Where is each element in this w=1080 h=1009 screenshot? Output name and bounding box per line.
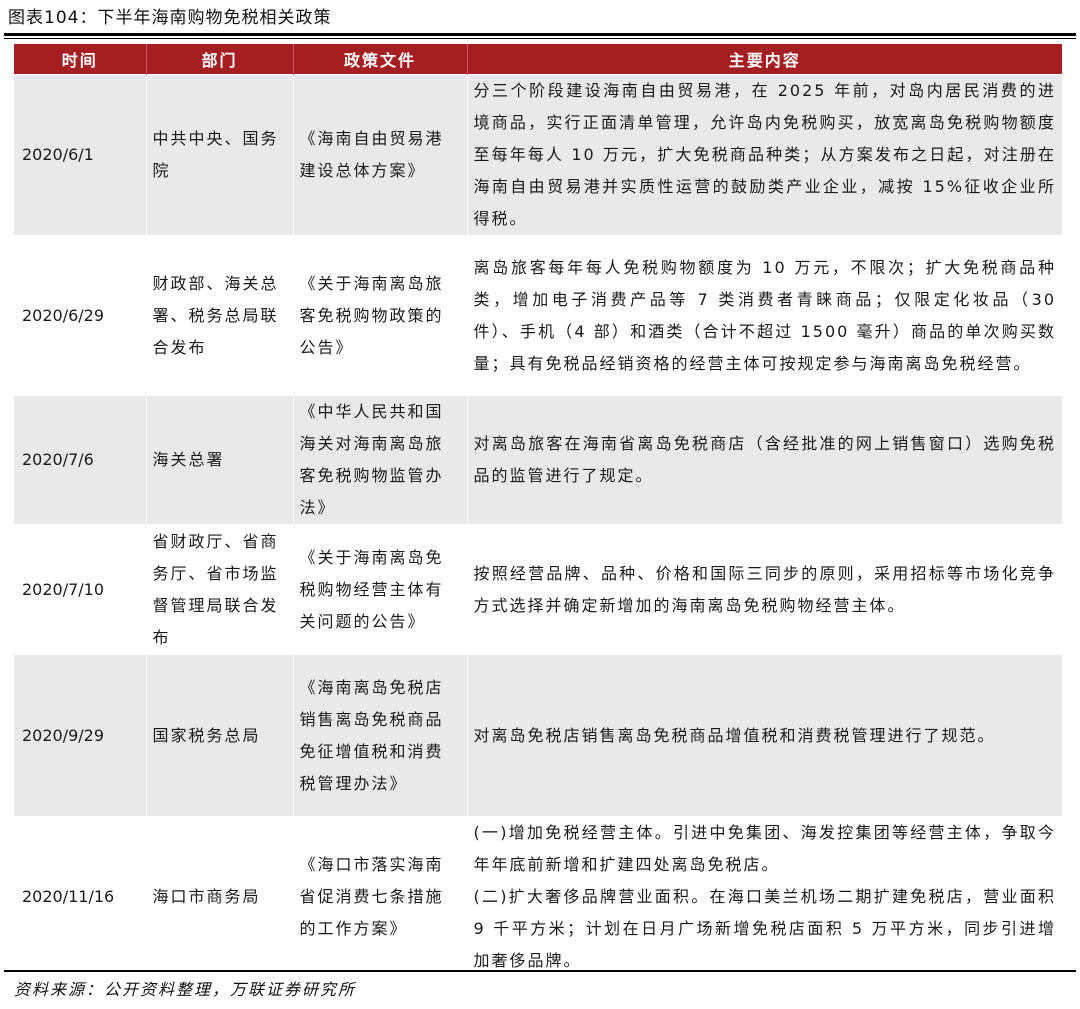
table-row: 2020/7/10 省财政厅、省商务厅、省市场监督管理局联合发布 《关于海南离岛… [14,524,1062,655]
table-row: 2020/11/16 海口市商务局 《海口市落实海南省促消费七条措施的工作方案》… [14,816,1062,977]
cell-doc: 《关于海南离岛免税购物经营主体有关问题的公告》 [292,524,467,655]
table-row: 2020/6/29 财政部、海关总署、税务总局联合发布 《关于海南离岛旅客免税购… [14,235,1062,396]
table-header-row: 时间 部门 政策文件 主要内容 [14,44,1062,75]
cell-doc: 《中华人民共和国海关对海南离岛旅客免税购物监管办法》 [292,395,467,525]
table-row: 2020/7/6 海关总署 《中华人民共和国海关对海南离岛旅客免税购物监管办法》… [14,395,1062,525]
cell-content: 对离岛免税店销售离岛免税商品增值税和消费税管理进行了规范。 [466,654,1062,817]
cell-dept: 海口市商务局 [145,816,293,977]
cell-dept: 海关总署 [145,395,293,525]
cell-doc: 《海南离岛免税店销售离岛免税商品免征增值税和消费税管理办法》 [292,654,467,817]
cell-dept: 省财政厅、省商务厅、省市场监督管理局联合发布 [145,524,293,655]
cell-date: 2020/6/1 [14,74,146,236]
table-title: 图表104：下半年海南购物免税相关政策 [8,8,332,28]
cell-doc: 《关于海南离岛旅客免税购物政策的公告》 [292,235,467,396]
cell-content: 对离岛旅客在海南省离岛免税商店（含经批准的网上销售窗口）选购免税品的监管进行了规… [466,395,1062,525]
bottom-rule [4,970,1076,972]
cell-content: 离岛旅客每年每人免税购物额度为 10 万元，不限次；扩大免税商品种类，增加电子消… [466,235,1062,396]
top-rule [4,33,1076,36]
cell-dept: 中共中央、国务院 [145,74,293,236]
cell-date: 2020/6/29 [14,235,146,396]
top-rule-thin [4,38,1076,39]
source-note: 资料来源：公开资料整理，万联证券研究所 [14,980,357,999]
content-line: (二)扩大奢侈品牌营业面积。在海口美兰机场二期扩建免税店，营业面积 9 千平方米… [473,887,1056,970]
header-content: 主要内容 [466,44,1062,75]
table-row: 2020/6/1 中共中央、国务院 《海南自由贸易港建设总体方案》 分三个阶段建… [14,74,1062,236]
cell-content: (一)增加免税经营主体。引进中免集团、海发控集团等经营主体，争取今年年底前新增和… [466,816,1062,977]
cell-date: 2020/11/16 [14,816,146,977]
cell-dept: 国家税务总局 [145,654,293,817]
cell-content: 分三个阶段建设海南自由贸易港，在 2025 年前，对岛内居民消费的进境商品，实行… [466,74,1062,236]
header-dept: 部门 [145,44,293,75]
cell-content: 按照经营品牌、品种、价格和国际三同步的原则，采用招标等市场化竞争方式选择并确定新… [466,524,1062,655]
cell-dept: 财政部、海关总署、税务总局联合发布 [145,235,293,396]
table-row: 2020/9/29 国家税务总局 《海南离岛免税店销售离岛免税商品免征增值税和消… [14,654,1062,817]
cell-date: 2020/9/29 [14,654,146,817]
cell-date: 2020/7/10 [14,524,146,655]
header-date: 时间 [14,44,146,75]
header-doc: 政策文件 [292,44,467,75]
policy-table: 时间 部门 政策文件 主要内容 2020/6/1 中共中央、国务院 《海南自由贸… [14,44,1062,977]
cell-doc: 《海南自由贸易港建设总体方案》 [292,74,467,236]
cell-date: 2020/7/6 [14,395,146,525]
content-line: (一)增加免税经营主体。引进中免集团、海发控集团等经营主体，争取今年年底前新增和… [473,823,1056,874]
cell-doc: 《海口市落实海南省促消费七条措施的工作方案》 [292,816,467,977]
